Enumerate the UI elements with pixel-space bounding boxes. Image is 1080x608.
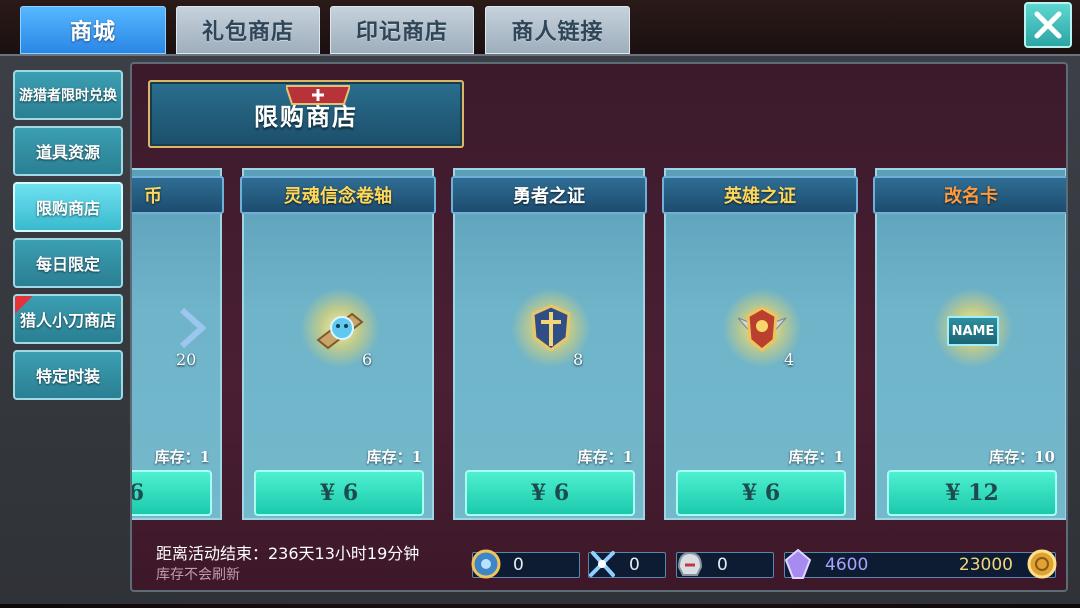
- item-count: 4: [784, 350, 795, 369]
- sidebar-item-special-costumes[interactable]: 特定时装: [13, 350, 123, 400]
- item-count: 8: [573, 350, 584, 369]
- sidebar-item-label: 游猎者限时兑换: [19, 88, 117, 104]
- currency-gear: 0: [471, 549, 580, 579]
- buy-button[interactable]: ¥ 6: [465, 470, 635, 516]
- close-button[interactable]: [1024, 2, 1072, 48]
- sidebar-item-hunter-knife-shop[interactable]: 猎人小刀商店: [13, 294, 123, 344]
- currency-value: 0: [513, 555, 524, 575]
- product-title: 改名卡: [873, 176, 1066, 214]
- product-card: 改名卡 NAME 库存：10 ¥ 12: [873, 168, 1066, 520]
- stock-label: 库存：1: [154, 448, 210, 466]
- gear-coin-icon: [471, 549, 501, 579]
- tab-mall[interactable]: 商城: [20, 6, 166, 54]
- sidebar-item-hunter-exchange[interactable]: 游猎者限时兑换: [13, 70, 123, 120]
- price-label: ¥ 12: [945, 480, 999, 506]
- buy-button[interactable]: ¥ 6: [254, 470, 424, 516]
- sidebar-item-daily-limited[interactable]: 每日限定: [13, 238, 123, 288]
- gold-value: 23000: [958, 555, 1013, 575]
- event-countdown: 距离活动结束：236天13小时19分钟: [156, 544, 420, 563]
- currency-crystal-gold: 4600 23000: [784, 548, 1057, 579]
- currency-helmet: 0: [676, 551, 774, 578]
- sidebar-item-limited-shop[interactable]: 限购商店: [13, 182, 123, 232]
- sidebar-item-label: 道具资源: [35, 143, 100, 162]
- top-tab-bar: 商城 礼包商店 印记商店 商人链接: [0, 0, 1080, 56]
- product-card: 英雄之证 4 库存：1 ¥ 6: [662, 168, 858, 520]
- product-title: 勇者之证: [451, 176, 647, 214]
- stock-label: 库存：10: [989, 448, 1055, 466]
- shop-header: 限购商店: [148, 80, 464, 148]
- new-flag-icon: [15, 296, 35, 316]
- close-icon: [1034, 11, 1062, 39]
- item-count: 20: [176, 350, 197, 369]
- stock-label: 库存：1: [366, 448, 422, 466]
- refresh-note: 库存不会刷新: [156, 567, 240, 583]
- tab-merchant-link[interactable]: 商人链接: [485, 6, 630, 54]
- product-card: 勇者之证 8 库存：1 ¥ 6: [451, 168, 647, 520]
- shop-emblem-icon: [286, 85, 350, 105]
- currency-value: 4600: [825, 555, 869, 575]
- item-count: 6: [362, 350, 373, 369]
- product-title: 灵魂信念卷轴: [240, 176, 436, 214]
- sidebar-item-item-resources[interactable]: 道具资源: [13, 126, 123, 176]
- stock-label: 库存：1: [577, 448, 633, 466]
- tab-gift-pack-shop[interactable]: 礼包商店: [176, 6, 320, 54]
- coin-item-icon: [179, 307, 207, 349]
- helmet-icon: [677, 551, 703, 576]
- price-label: ¥ 6: [741, 480, 781, 506]
- sidebar-item-label: 特定时装: [35, 367, 100, 386]
- product-card: 灵魂信念卷轴 6 库存：1 ¥ 6: [240, 168, 436, 520]
- price-label: ¥ 6: [530, 480, 570, 506]
- purple-crystal-icon: [784, 548, 812, 579]
- product-title: 币: [132, 176, 224, 214]
- brave-badge-icon: [531, 304, 571, 352]
- stock-label: 库存：1: [788, 448, 844, 466]
- sidebar-item-label: 限购商店: [35, 199, 100, 218]
- tab-mark-shop[interactable]: 印记商店: [330, 6, 474, 54]
- shop-content: 限购商店 币 20 库存：1 6 灵魂信念卷轴 6 库存：1 ¥ 6 勇者之证 …: [130, 62, 1068, 592]
- hero-badge-icon: [737, 306, 787, 352]
- currency-value: 0: [629, 555, 640, 575]
- sidebar-item-label: 每日限定: [35, 255, 100, 274]
- gold-coin-icon: [1027, 549, 1057, 579]
- product-card: 币 20 库存：1 6: [132, 168, 224, 520]
- rename-card-icon: NAME: [947, 316, 999, 346]
- currency-value: 0: [717, 555, 728, 575]
- crossed-swords-icon: [589, 551, 615, 577]
- buy-button[interactable]: ¥ 6: [676, 470, 846, 516]
- price-label: ¥ 6: [319, 480, 359, 506]
- buy-button[interactable]: 6: [132, 470, 212, 516]
- product-title: 英雄之证: [662, 176, 858, 214]
- currency-swords: 0: [588, 551, 666, 578]
- soul-scroll-icon: [316, 312, 364, 350]
- buy-button[interactable]: ¥ 12: [887, 470, 1057, 516]
